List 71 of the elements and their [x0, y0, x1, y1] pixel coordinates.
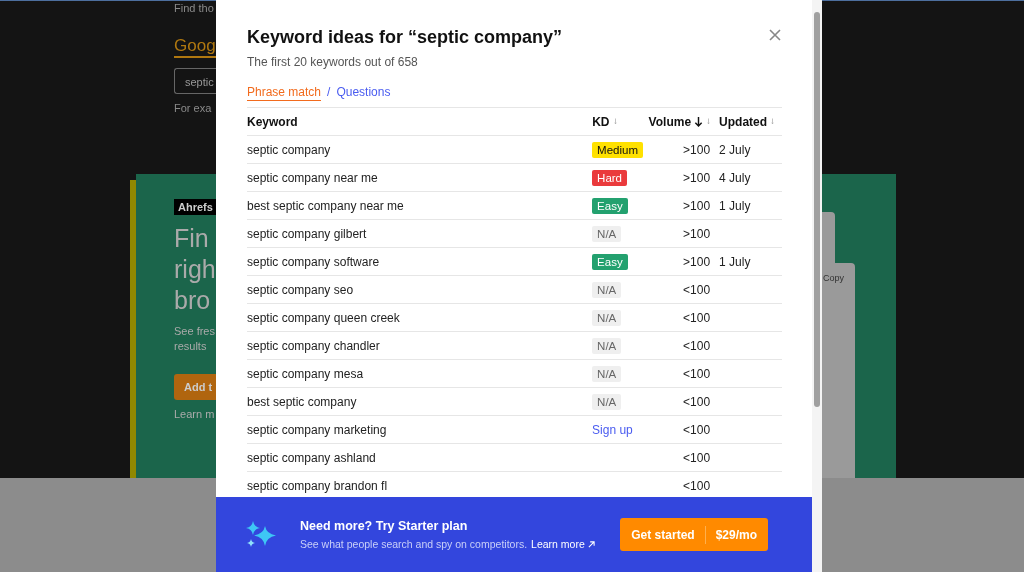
promo-headline: Fin [174, 223, 210, 254]
difficulty-badge: N/A [592, 393, 622, 410]
volume-cell: >100 [683, 226, 711, 241]
volume-cell: >100 [683, 254, 711, 269]
difficulty-badge: N/A [592, 281, 622, 298]
dialog-title: Keyword ideas for “septic company” [247, 27, 563, 48]
brand-tag: Ahrefs [174, 199, 216, 215]
volume-cell: >100 [683, 170, 711, 185]
keyword-cell: septic company marketing [247, 422, 387, 437]
column-header[interactable]: KD [592, 114, 617, 129]
scrollbar[interactable] [812, 0, 822, 572]
tab[interactable]: Questions [336, 85, 391, 101]
learn-link[interactable]: Learn m [174, 408, 216, 420]
intro-text: Find tho [174, 2, 215, 14]
keyword-cell: septic company chandler [247, 338, 380, 353]
banner-title: Need more? Try Starter plan [300, 519, 469, 533]
date-cell: 4 July [719, 170, 751, 185]
keyword-cell: septic company mesa [247, 366, 364, 381]
learn-more-link[interactable]: Learn more [531, 538, 595, 550]
difficulty-badge: Easy [592, 253, 628, 270]
volume-cell: >100 [683, 142, 711, 157]
sort-arrow-icon[interactable] [694, 116, 704, 127]
sort-icon[interactable] [707, 118, 711, 125]
difficulty-badge: Medium [592, 141, 643, 158]
promo-headline: righ [174, 254, 216, 285]
date-cell: 1 July [719, 198, 751, 213]
sort-icon[interactable] [613, 118, 617, 125]
banner-text: See what people search and spy on competitors. [300, 538, 528, 550]
keyword-cell: septic company seo [247, 282, 354, 297]
close-icon[interactable] [769, 29, 781, 41]
difficulty-badge: Easy [592, 197, 628, 214]
dialog-subtitle: The first 20 keywords out of 658 [247, 55, 419, 69]
sign-up-link[interactable]: Sign up [592, 422, 633, 437]
promo-text: results [174, 339, 208, 354]
keyword-cell: septic company queen creek [247, 310, 400, 325]
column-header[interactable]: Volume [648, 114, 711, 129]
promo-text: See fres [174, 324, 216, 339]
volume-cell: <100 [683, 366, 711, 381]
arrow-icon[interactable] [587, 540, 595, 548]
add-button[interactable]: Add t [174, 374, 216, 400]
difficulty-badge: Hard [592, 169, 628, 186]
promo-headline: bro [174, 285, 212, 316]
example-text: For exa [174, 102, 213, 114]
date-cell: 1 July [719, 254, 751, 269]
keyword-cell: septic company ashland [247, 450, 376, 465]
volume-cell: <100 [683, 310, 711, 325]
volume-cell: >100 [683, 198, 711, 213]
volume-cell: <100 [683, 282, 711, 297]
difficulty-badge: N/A [592, 225, 622, 242]
difficulty-badge: N/A [592, 365, 622, 382]
volume-cell: <100 [683, 394, 711, 409]
keyword-cell: septic company near me [247, 170, 378, 185]
keyword-cell: septic company [247, 142, 331, 157]
tab-separator: / [327, 85, 331, 101]
tab[interactable]: Phrase match [247, 85, 322, 101]
keyword-cell: septic company brandon fl [247, 478, 388, 493]
keyword-cell: septic company gilbert [247, 226, 367, 241]
volume-cell: <100 [683, 450, 711, 465]
volume-cell: <100 [683, 338, 711, 353]
date-cell: 2 July [719, 142, 751, 157]
column-header[interactable]: Updated [719, 114, 775, 129]
volume-cell: <100 [683, 422, 711, 437]
difficulty-badge: N/A [592, 309, 622, 326]
volume-cell: <100 [683, 478, 711, 493]
keyword-cell: best septic company near me [247, 198, 404, 213]
sort-icon[interactable] [771, 118, 775, 125]
keyword-cell: septic company software [247, 254, 380, 269]
difficulty-badge: N/A [592, 337, 622, 354]
column-header[interactable]: Keyword [247, 114, 298, 129]
keyword-cell: best septic company [247, 394, 357, 409]
copy-label: Copy [823, 273, 844, 283]
